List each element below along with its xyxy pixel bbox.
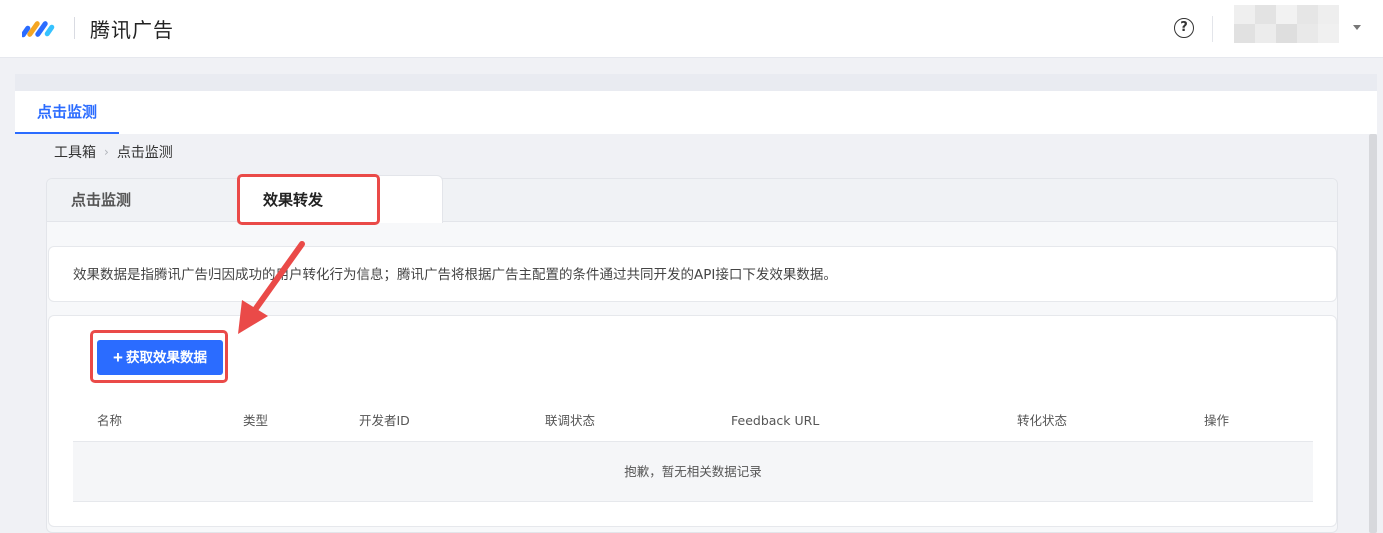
effect-data-table: 名称 类型 开发者ID 联调状态 Feedback URL 转化状态 操作 抱歉… — [73, 400, 1313, 502]
blur-cell — [1234, 5, 1255, 24]
info-description: 效果数据是指腾讯广告归因成功的用户转化行为信息；腾讯广告将根据广告主配置的条件通… — [48, 246, 1337, 302]
data-table-panel: + 获取效果数据 名称 类型 开发者ID 联调状态 Feedback URL 转化… — [48, 315, 1337, 527]
info-text: 效果数据是指腾讯广告归因成功的用户转化行为信息；腾讯广告将根据广告主配置的条件通… — [73, 267, 837, 283]
blur-cell — [1276, 5, 1297, 24]
blur-cell — [1297, 24, 1318, 43]
column-header-feedback-url: Feedback URL — [731, 413, 820, 428]
column-header-actions: 操作 — [1204, 413, 1230, 428]
column-header-developer-id: 开发者ID — [359, 413, 410, 428]
blur-cell — [1255, 24, 1276, 43]
page-tab-bar: 点击监测 — [15, 91, 1377, 134]
account-name-blurred[interactable] — [1234, 5, 1339, 43]
get-effect-data-label: 获取效果数据 — [125, 350, 207, 365]
top-strip — [15, 74, 1377, 91]
help-icon[interactable]: ? — [1174, 18, 1194, 38]
blur-cell — [1318, 24, 1339, 43]
tab-effect-forward[interactable]: 效果转发 — [237, 175, 443, 223]
column-header-type: 类型 — [243, 413, 269, 428]
column-header-debug-status: 联调状态 — [545, 413, 596, 428]
blur-cell — [1276, 24, 1297, 43]
tencent-ads-logo[interactable] — [22, 16, 60, 40]
table-empty-row: 抱歉，暂无相关数据记录 — [73, 442, 1313, 502]
blur-cell — [1318, 5, 1339, 24]
get-effect-data-button[interactable]: + 获取效果数据 — [97, 340, 223, 375]
logo-divider — [74, 17, 75, 39]
breadcrumb: 工具箱 › 点击监测 — [54, 142, 173, 162]
empty-state-text: 抱歉，暂无相关数据记录 — [624, 464, 762, 479]
blur-cell — [1234, 24, 1255, 43]
page-scrollbar[interactable] — [1369, 134, 1377, 533]
breadcrumb-current: 点击监测 — [116, 145, 173, 161]
blur-cell — [1297, 5, 1318, 24]
top-header: 腾讯广告 ? — [0, 0, 1383, 58]
table-header: 名称 类型 开发者ID 联调状态 Feedback URL 转化状态 操作 — [73, 400, 1313, 442]
breadcrumb-toolbox-link[interactable]: 工具箱 — [54, 142, 96, 162]
main-card: 点击监测 效果转发 效果数据是指腾讯广告归因成功的用户转化行为信息；腾讯广告将根… — [46, 175, 1338, 533]
tab-click-monitor[interactable]: 点击监测 — [71, 179, 131, 222]
brand-title[interactable]: 腾讯广告 — [90, 14, 174, 43]
breadcrumb-separator-icon: › — [104, 145, 109, 159]
column-header-conversion-status: 转化状态 — [1017, 413, 1068, 428]
column-header-name: 名称 — [97, 413, 123, 428]
user-divider — [1212, 16, 1213, 42]
card-tab-bar: 点击监测 效果转发 — [47, 175, 1337, 223]
account-dropdown-caret-icon[interactable] — [1353, 25, 1361, 30]
page-tab-click-monitor[interactable]: 点击监测 — [15, 91, 119, 134]
plus-icon: + — [113, 348, 123, 367]
blur-cell — [1255, 5, 1276, 24]
